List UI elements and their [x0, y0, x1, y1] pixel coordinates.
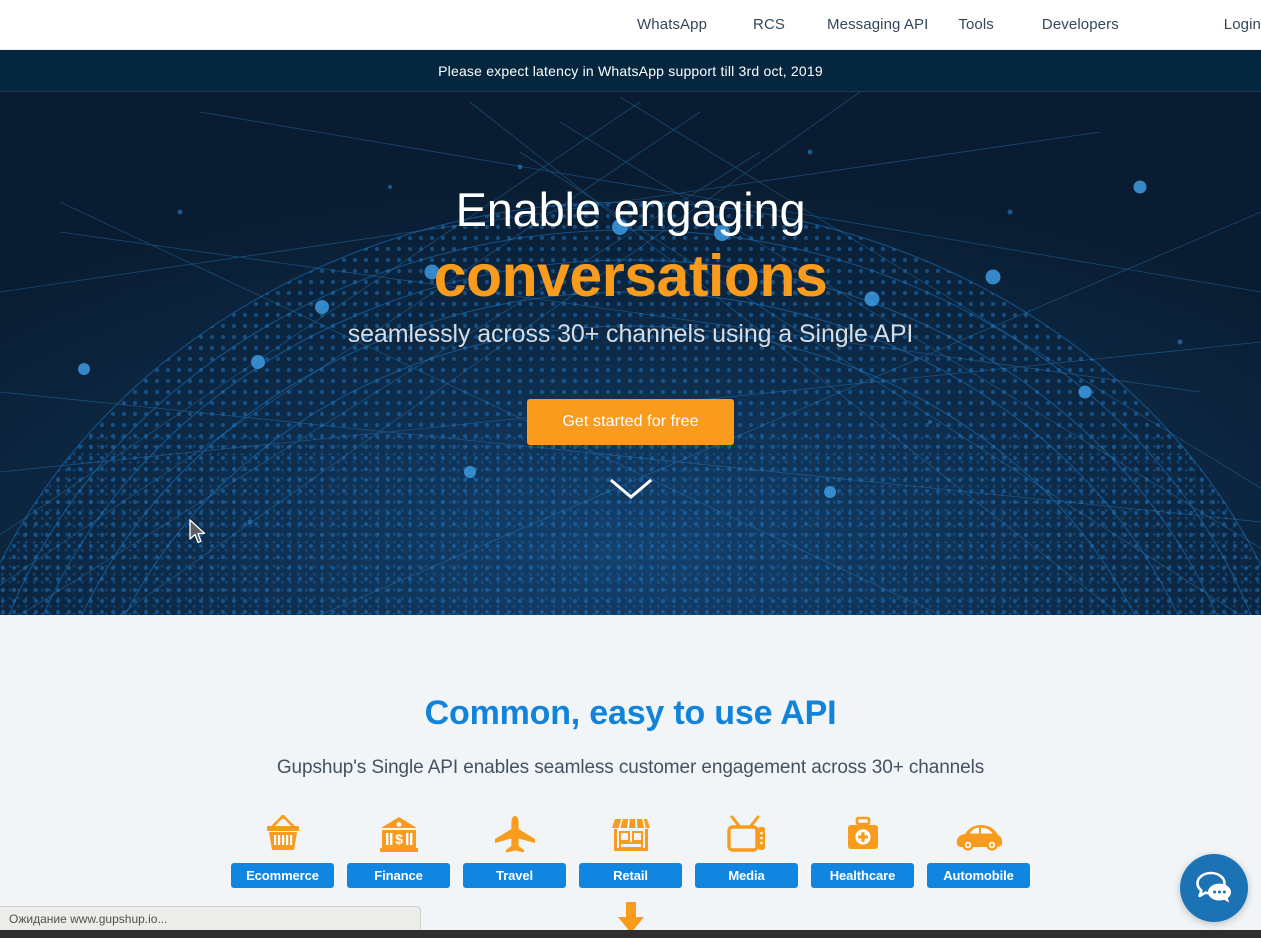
hero-subheadline: seamlessly across 30+ channels using a S… — [347, 320, 914, 349]
hero-content: Enable engaging conversations seamlessly… — [0, 92, 1261, 615]
category-ecommerce[interactable]: Ecommerce — [231, 808, 334, 888]
section-title: Common, easy to use API — [424, 694, 837, 732]
hero-headline-primary: Enable engaging — [455, 183, 806, 236]
nav-link-messaging-api[interactable]: Messaging API — [827, 16, 928, 33]
nav-link-whatsapp[interactable]: WhatsApp — [637, 16, 707, 33]
section-subtitle: Gupshup's Single API enables seamless cu… — [276, 757, 985, 778]
get-started-button[interactable]: Get started for free — [527, 399, 734, 446]
announcement-bar: Please expect latency in WhatsApp suppor… — [0, 50, 1261, 92]
shopping-basket-icon — [262, 808, 304, 854]
category-media[interactable]: Media — [695, 808, 798, 888]
medical-kit-icon — [842, 808, 884, 854]
nav-link-tools[interactable]: Tools — [958, 16, 994, 33]
chat-support-button[interactable] — [1180, 854, 1248, 922]
svg-text:$: $ — [395, 831, 403, 847]
category-travel[interactable]: Travel — [463, 808, 566, 888]
television-icon — [726, 808, 768, 854]
category-label: Travel — [463, 863, 566, 888]
nav-link-rcs[interactable]: RCS — [753, 16, 785, 33]
nav-links-group: WhatsApp RCS Messaging API Tools Develop… — [615, 0, 1261, 50]
category-retail[interactable]: Retail — [579, 808, 682, 888]
status-bar-text: Ожидание www.gupshup.io... — [9, 911, 168, 926]
nav-link-developers[interactable]: Developers — [1042, 16, 1119, 33]
car-icon — [954, 808, 1004, 854]
category-label: Ecommerce — [231, 863, 334, 888]
category-label: Finance — [347, 863, 450, 888]
category-healthcare[interactable]: Healthcare — [811, 808, 914, 888]
site-logo-slot[interactable] — [0, 0, 615, 50]
hero-headline-accent: conversations — [433, 243, 828, 310]
browser-status-bar: Ожидание www.gupshup.io... — [0, 906, 421, 930]
category-label: Media — [695, 863, 798, 888]
airplane-icon — [493, 808, 537, 854]
industry-category-row: Ecommerce $ Finance Travel Retail Media … — [0, 808, 1261, 888]
browser-viewport: WhatsApp RCS Messaging API Tools Develop… — [0, 0, 1261, 938]
hero-section: Enable engaging conversations seamlessly… — [0, 92, 1261, 615]
category-label: Retail — [579, 863, 682, 888]
bank-dollar-icon: $ — [378, 808, 420, 854]
storefront-icon — [610, 808, 652, 854]
desktop-taskbar-strip — [0, 930, 1261, 938]
common-api-section: Common, easy to use API Gupshup's Single… — [0, 615, 1261, 938]
chevron-down-icon[interactable] — [609, 478, 653, 500]
nav-link-login[interactable]: Login — [1224, 16, 1261, 33]
category-label: Automobile — [927, 863, 1030, 888]
top-navigation-bar: WhatsApp RCS Messaging API Tools Develop… — [0, 0, 1261, 50]
chat-bubbles-icon — [1196, 871, 1231, 903]
announcement-text: Please expect latency in WhatsApp suppor… — [438, 62, 823, 79]
category-automobile[interactable]: Automobile — [927, 808, 1030, 888]
category-finance[interactable]: $ Finance — [347, 808, 450, 888]
category-label: Healthcare — [811, 863, 914, 888]
